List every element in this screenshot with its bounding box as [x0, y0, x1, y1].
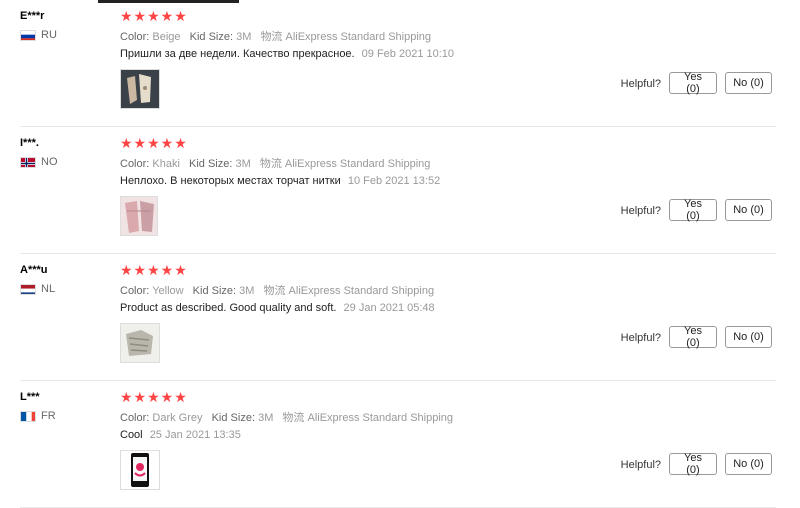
review-item: L*** FR ★★★★★ Color: Dark Grey Kid Size:… [0, 381, 800, 508]
netherlands-flag-icon [20, 283, 36, 295]
russia-flag-icon [20, 29, 36, 41]
color-label: Color: [120, 158, 150, 170]
shipping-method: 物流 AliExpress Standard Shipping [260, 31, 432, 43]
country-code: NO [41, 156, 58, 168]
size-value: 3M [235, 158, 251, 170]
size-label: Kid Size: [211, 412, 256, 424]
shipping-method: 物流 AliExpress Standard Shipping [259, 158, 431, 170]
review-photo[interactable] [120, 450, 160, 490]
color-label: Color: [120, 31, 150, 43]
size-value: 3M [236, 31, 252, 43]
helpful-label: Helpful? [620, 332, 661, 344]
star-rating: ★★★★★ [120, 389, 188, 405]
star-rating: ★★★★★ [120, 8, 188, 24]
helpful-yes-button[interactable]: Yes (0) [669, 198, 717, 222]
review-date: 10 Feb 2021 13:52 [347, 175, 441, 187]
reviewer-name: L*** [20, 391, 40, 403]
color-label: Color: [120, 412, 150, 424]
review-date: 29 Jan 2021 05:48 [343, 302, 435, 314]
size-label: Kid Size: [189, 158, 233, 170]
reviewer-name: I***. [20, 137, 39, 149]
reviewer-country: NL [20, 283, 55, 295]
review-date: 25 Jan 2021 13:35 [149, 429, 241, 441]
helpful-no-button[interactable]: No (0) [725, 326, 772, 348]
country-code: FR [41, 410, 56, 422]
helpful-label: Helpful? [620, 459, 661, 471]
review-item: E***r RU ★★★★★ Color: Beige Kid Size: 3M… [0, 0, 800, 127]
color-value: Dark Grey [152, 412, 203, 424]
review-body: Пришли за две недели. Качество прекрасно… [120, 48, 355, 60]
france-flag-icon [20, 410, 36, 422]
product-specs: Color: Beige Kid Size: 3M 物流 AliExpress … [120, 28, 431, 44]
review-item: A***u NL ★★★★★ Color: Yellow Kid Size: 3… [0, 254, 800, 381]
review-item: I***. NO ★★★★★ Color: Khaki Kid Size: 3M… [0, 127, 800, 254]
helpful-label: Helpful? [620, 205, 661, 217]
country-code: RU [41, 29, 57, 41]
product-specs: Color: Khaki Kid Size: 3M 物流 AliExpress … [120, 155, 430, 171]
review-photo[interactable] [120, 69, 160, 109]
product-specs: Color: Dark Grey Kid Size: 3M 物流 AliExpr… [120, 409, 453, 425]
review-content: Cool 25 Jan 2021 13:35 [120, 429, 241, 441]
product-specs: Color: Yellow Kid Size: 3M 物流 AliExpress… [120, 282, 434, 298]
helpful-no-button[interactable]: No (0) [725, 72, 772, 94]
review-body: Cool [120, 429, 143, 441]
shipping-method: 物流 AliExpress Standard Shipping [282, 412, 454, 424]
norway-flag-icon [20, 156, 36, 168]
helpful-no-button[interactable]: No (0) [725, 199, 772, 221]
review-body: Неплохо. В некоторых местах торчат нитки [120, 175, 341, 187]
review-photo[interactable] [120, 323, 160, 363]
helpful-no-button[interactable]: No (0) [725, 453, 772, 475]
color-value: Yellow [152, 285, 184, 297]
reviewer-country: FR [20, 410, 56, 422]
size-value: 3M [258, 412, 274, 424]
size-value: 3M [239, 285, 255, 297]
reviewer-name: E***r [20, 10, 45, 22]
color-value: Khaki [152, 158, 180, 170]
review-content: Product as described. Good quality and s… [120, 302, 435, 314]
review-content: Пришли за две недели. Качество прекрасно… [120, 48, 454, 60]
review-photo[interactable] [120, 196, 158, 236]
shipping-method: 物流 AliExpress Standard Shipping [263, 285, 435, 297]
review-body: Product as described. Good quality and s… [120, 302, 337, 314]
helpful-yes-button[interactable]: Yes (0) [669, 452, 717, 476]
reviewer-name: A***u [20, 264, 48, 276]
reviewer-country: NO [20, 156, 58, 168]
star-rating: ★★★★★ [120, 262, 188, 278]
country-code: NL [41, 283, 56, 295]
helpful-yes-button[interactable]: Yes (0) [669, 71, 717, 95]
size-label: Kid Size: [189, 31, 234, 43]
color-label: Color: [120, 285, 150, 297]
review-content: Неплохо. В некоторых местах торчат нитки… [120, 175, 440, 187]
reviewer-country: RU [20, 29, 57, 41]
helpful-label: Helpful? [620, 78, 661, 90]
review-date: 09 Feb 2021 10:10 [361, 48, 455, 60]
star-rating: ★★★★★ [120, 135, 188, 151]
helpful-yes-button[interactable]: Yes (0) [669, 325, 717, 349]
size-label: Kid Size: [192, 285, 237, 297]
color-value: Beige [152, 31, 181, 43]
